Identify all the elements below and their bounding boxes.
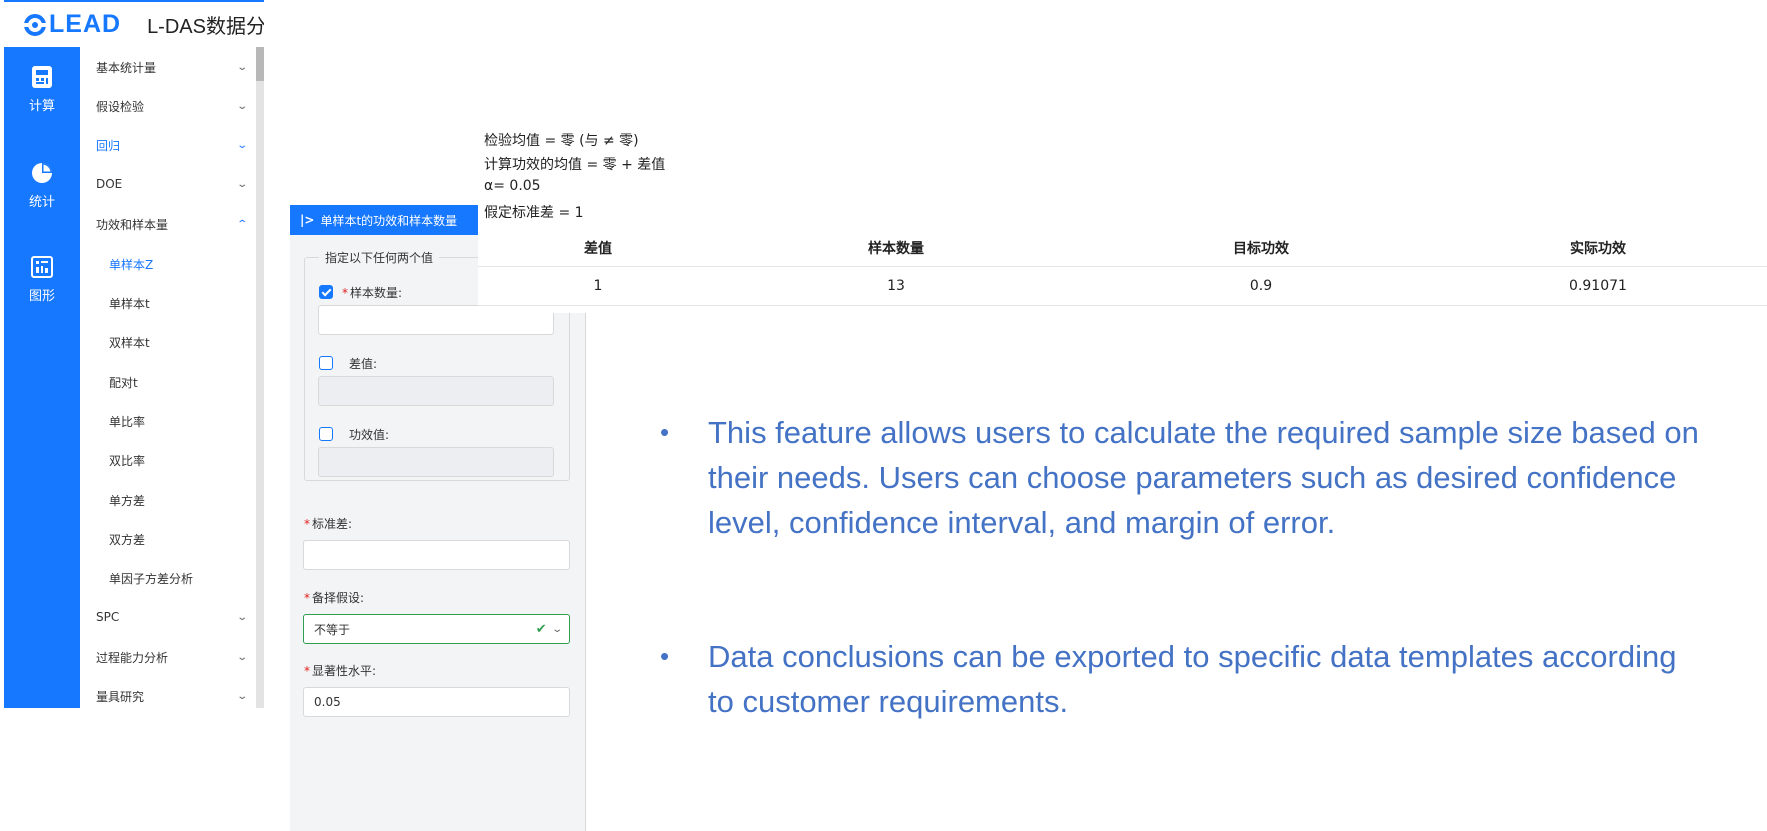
- rail-label: 图形: [28, 289, 55, 304]
- sample-size-label: * 样本数量:: [342, 284, 402, 301]
- menu-item-spc[interactable]: SPC ⌄: [96, 610, 248, 624]
- power-label: 功效值:: [349, 428, 390, 442]
- calculator-icon: [32, 66, 52, 88]
- sub-item-one-sample-t[interactable]: 单样本t: [109, 295, 150, 312]
- group-legend: 指定以下任何两个值: [325, 251, 434, 265]
- output-line: 检验均值 = 零 (与 ≠ 零): [484, 133, 639, 149]
- chevron-up-icon: ⌃: [235, 219, 248, 230]
- difference-checkbox[interactable]: [319, 356, 333, 370]
- sample-size-checkbox[interactable]: [319, 285, 333, 299]
- chevron-down-icon: ⌄: [550, 623, 563, 635]
- required-mark: *: [304, 664, 310, 678]
- output-line: 计算功效的均值 = 零 + 差值: [484, 157, 666, 173]
- lead-logo[interactable]: LEAD: [24, 10, 121, 39]
- sidebar-scrollbar[interactable]: [256, 47, 264, 708]
- std-label: * 标准差:: [304, 515, 352, 532]
- table-header-cell: 实际功效: [1570, 241, 1626, 257]
- alt-label-text: 备择假设:: [312, 591, 365, 605]
- menu-item-basic-stats[interactable]: 基本统计量 ⌄: [96, 59, 248, 76]
- alpha-label-text: 显著性水平:: [312, 664, 377, 678]
- rail-item-calculate[interactable]: 计算: [4, 65, 80, 114]
- bullet-dot-icon: •: [660, 641, 670, 671]
- required-mark: *: [304, 517, 310, 531]
- menu-item-label: 过程能力分析: [96, 651, 169, 665]
- check-icon: ✔: [535, 621, 547, 637]
- alt-label: * 备择假设:: [304, 589, 364, 606]
- table-cell: 13: [887, 278, 905, 294]
- chevron-down-icon: ⌄: [235, 611, 248, 623]
- table-header-cell: 样本数量: [868, 241, 924, 257]
- menu-item-label: 回归: [96, 139, 121, 153]
- table-cell: 1: [593, 278, 603, 294]
- bullet-dot-icon: •: [660, 417, 670, 447]
- sub-item-one-proportion[interactable]: 单比率: [109, 413, 145, 430]
- panel-title: 单样本t的功效和样本数量: [320, 213, 458, 228]
- alpha-label: * 显著性水平:: [304, 662, 376, 679]
- power-checkbox[interactable]: [319, 427, 333, 441]
- difference-input[interactable]: [318, 376, 554, 406]
- rail-label: 计算: [28, 99, 55, 114]
- sidebar-menu: 基本统计量 ⌄ 假设检验 ⌄ 回归 ⌄ DOE ⌄ 功效和样本量 ⌃ 单样本Z …: [80, 47, 256, 708]
- table-row: 1 13 0.9 0.91071: [478, 267, 1767, 306]
- scrollbar-thumb[interactable]: [256, 47, 264, 81]
- rail-item-statistics[interactable]: 统计: [4, 161, 80, 210]
- bullet-text: This feature allows users to calculate t…: [708, 415, 1699, 540]
- chevron-down-icon: ⌄: [235, 101, 248, 112]
- rail-item-graphs[interactable]: 图形: [4, 255, 80, 304]
- menu-item-hypothesis-test[interactable]: 假设检验 ⌄: [96, 98, 248, 115]
- table-cell: 0.91071: [1569, 278, 1627, 294]
- sub-item-one-way-anova[interactable]: 单因子方差分析: [109, 570, 193, 587]
- alternative-hypothesis-select[interactable]: 不等于 ✔ ⌄: [303, 614, 570, 644]
- chevron-down-icon: ⌄: [235, 691, 248, 702]
- app-title: L-DAS数据分: [147, 16, 264, 38]
- chevron-down-icon: ⌄: [235, 178, 248, 190]
- pie-chart-icon: [32, 163, 52, 183]
- menu-item-label: 假设检验: [96, 100, 145, 114]
- menu-item-power-sample-size[interactable]: 功效和样本量 ⌃: [96, 216, 248, 233]
- menu-item-label: SPC: [96, 610, 120, 624]
- significance-level-input[interactable]: 0.05: [303, 687, 570, 717]
- logo-text: LEAD: [49, 10, 122, 38]
- output-line: α= 0.05: [484, 178, 541, 194]
- std-dev-input[interactable]: [303, 540, 570, 570]
- session-output: 检验均值 = 零 (与 ≠ 零) 计算功效的均值 = 零 + 差值 α= 0.0…: [478, 118, 1767, 313]
- menu-item-label: 量具研究: [96, 690, 145, 704]
- sub-item-two-variances[interactable]: 双方差: [109, 531, 145, 548]
- sample-size-label-text: 样本数量:: [350, 286, 403, 300]
- power-input[interactable]: [318, 447, 554, 477]
- table-cell: 0.9: [1249, 278, 1273, 294]
- menu-item-label: 基本统计量: [96, 61, 157, 75]
- table-header-row: 差值 样本数量 目标功效 实际功效: [478, 230, 1767, 267]
- chevron-down-icon: ⌄: [235, 652, 248, 663]
- menu-item-doe[interactable]: DOE ⌄: [96, 177, 248, 191]
- app-window: LEAD L-DAS数据分 计算 统计 图形 基本统计量 ⌄ 假设检验 ⌄ 回归…: [4, 0, 264, 708]
- required-mark: *: [304, 591, 310, 605]
- rail-label: 统计: [28, 195, 55, 210]
- sub-item-one-variance[interactable]: 单方差: [109, 492, 145, 509]
- sub-item-one-sample-z[interactable]: 单样本Z: [109, 256, 153, 273]
- bullet-text: Data conclusions can be exported to spec…: [708, 639, 1677, 719]
- collapse-icon[interactable]: |>: [300, 213, 314, 227]
- sub-item-two-sample-t[interactable]: 双样本t: [109, 334, 150, 351]
- table-header-cell: 目标功效: [1233, 241, 1289, 257]
- std-label-text: 标准差:: [312, 517, 353, 531]
- difference-label: 差值:: [349, 357, 378, 371]
- menu-item-regression[interactable]: 回归 ⌄: [96, 137, 248, 154]
- alternative-hypothesis-value: 不等于: [314, 622, 351, 637]
- menu-item-capability[interactable]: 过程能力分析 ⌄: [96, 649, 248, 666]
- table-header-cell: 差值: [584, 241, 612, 257]
- chevron-down-icon: ⌄: [235, 62, 248, 73]
- chart-board-icon: [31, 256, 53, 278]
- required-mark: *: [342, 286, 348, 300]
- menu-item-label: 功效和样本量: [96, 218, 169, 232]
- sub-item-paired-t[interactable]: 配对t: [109, 374, 138, 391]
- chevron-down-icon: ⌄: [235, 140, 248, 151]
- icon-rail: 计算 统计 图形: [4, 47, 80, 708]
- sub-item-two-proportions[interactable]: 双比率: [109, 452, 145, 469]
- logo-mark-icon: [24, 13, 46, 36]
- menu-item-gauge-study[interactable]: 量具研究 ⌄: [96, 688, 248, 705]
- output-line: 假定标准差 = 1: [484, 205, 584, 221]
- menu-item-label: DOE: [96, 177, 123, 191]
- top-bar: LEAD L-DAS数据分: [4, 0, 264, 47]
